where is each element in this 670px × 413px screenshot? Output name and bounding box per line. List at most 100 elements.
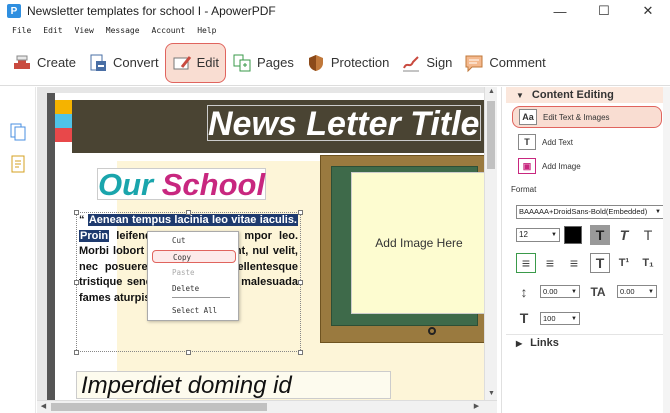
add-text-button[interactable]: T Add Text (512, 131, 662, 153)
italic-button[interactable]: T (614, 225, 634, 245)
edit-text-images-label: Edit Text & Images (543, 112, 610, 122)
char-spacing-value: 0.00 (620, 287, 635, 296)
red-square (55, 128, 72, 142)
chevron-down-icon: ▼ (571, 289, 577, 295)
create-icon (14, 55, 30, 69)
chevron-down-icon: ▼ (571, 316, 577, 322)
context-cut[interactable]: Cut (152, 234, 236, 247)
char-spacing-select[interactable]: 0.00 ▼ (617, 285, 657, 298)
text-image-icon: Aa (519, 109, 537, 125)
close-button[interactable]: ✕ (626, 0, 670, 22)
menu-help[interactable]: Help (197, 26, 216, 35)
document-view[interactable]: News Letter Title Our School “ Aenean te… (37, 87, 497, 413)
minimize-button[interactable]: — (538, 0, 582, 22)
font-family-select[interactable]: BAAAAA+DroidSans-Bold(Embedded) ▼ (516, 205, 664, 219)
align-left-button[interactable]: ≡ (516, 253, 536, 273)
context-paste[interactable]: Paste (152, 266, 236, 279)
menu-account[interactable]: Account (152, 26, 186, 35)
pages-button[interactable]: Pages (226, 43, 300, 83)
scroll-left-arrow[interactable]: ◀ (37, 402, 50, 410)
add-text-icon: T (518, 134, 536, 150)
edit-button[interactable]: Edit (164, 42, 226, 83)
chalkboard-knob (428, 327, 436, 335)
menu-message[interactable]: Message (106, 26, 140, 35)
window-titlebar: P Newsletter templates for school I - Ap… (0, 0, 670, 22)
line-spacing-select[interactable]: 0.00 ▼ (540, 285, 580, 298)
menu-view[interactable]: View (75, 26, 94, 35)
edit-label: Edit (196, 55, 219, 70)
scroll-right-arrow[interactable]: ▶ (470, 402, 483, 410)
format-label: Format (511, 185, 537, 194)
right-panel-scrollbar[interactable] (663, 87, 670, 413)
char-spacing-icon: TA (590, 285, 606, 299)
subheading[interactable]: Imperdiet doming id (76, 371, 391, 399)
menu-edit[interactable]: Edit (43, 26, 62, 35)
window-title: Newsletter templates for school I - Apow… (27, 4, 276, 18)
resize-handle[interactable] (186, 350, 191, 355)
scroll-down-arrow[interactable]: ▼ (485, 390, 497, 397)
create-button[interactable]: Create (6, 43, 82, 83)
superscript-button[interactable]: T¹ (614, 253, 634, 273)
resize-handle[interactable] (74, 350, 79, 355)
comment-label: Comment (489, 55, 546, 70)
context-select-all[interactable]: Select All (152, 304, 236, 317)
font-size-select[interactable]: 12 ▼ (516, 228, 560, 242)
sign-icon (403, 55, 420, 71)
pages-icon (233, 54, 251, 71)
resize-handle[interactable] (298, 210, 303, 215)
font-color-swatch[interactable] (564, 226, 582, 244)
convert-icon (90, 54, 107, 71)
pages-label: Pages (256, 55, 294, 70)
context-separator (172, 297, 230, 298)
pages-thumbnail-icon[interactable] (10, 123, 26, 141)
convert-button[interactable]: Convert (82, 43, 165, 83)
add-image-button[interactable]: ▣ Add Image (512, 155, 662, 177)
menu-file[interactable]: File (12, 26, 31, 35)
resize-handle[interactable] (74, 280, 79, 285)
school-heading[interactable]: Our School (97, 167, 267, 202)
context-copy[interactable]: Copy (152, 250, 236, 263)
links-header[interactable]: ▶ Links (506, 334, 670, 350)
bold-button[interactable]: T (590, 225, 610, 245)
comment-icon (465, 55, 483, 72)
content-editing-label: Content Editing (531, 89, 614, 101)
align-right-button[interactable]: ≡ (564, 253, 584, 273)
resize-handle[interactable] (298, 350, 303, 355)
resize-handle[interactable] (74, 210, 79, 215)
vertical-scroll-thumb[interactable] (487, 101, 495, 169)
scroll-up-arrow[interactable]: ▲ (485, 88, 497, 95)
context-menu: Cut Copy Paste Delete Select All (147, 231, 239, 321)
line-spacing-value: 0.00 (543, 287, 558, 296)
vertical-scrollbar[interactable]: ▲ ▼ (484, 87, 497, 413)
chevron-down-icon: ▼ (655, 209, 661, 215)
context-delete[interactable]: Delete (152, 282, 236, 295)
text-scale-select[interactable]: 100 ▼ (540, 312, 580, 325)
edit-icon (173, 55, 191, 69)
image-placeholder[interactable]: Add Image Here (351, 172, 487, 314)
maximize-button[interactable]: ☐ (582, 0, 626, 22)
text-scale-value: 100 (543, 314, 556, 323)
content-editing-header[interactable]: ▼ Content Editing (506, 87, 670, 103)
align-justify-button[interactable]: T (590, 253, 610, 273)
add-image-panel-label: Add Image (542, 161, 581, 171)
horizontal-scrollbar[interactable]: ◀ ▶ (37, 400, 497, 413)
sign-button[interactable]: Sign (395, 43, 458, 83)
resize-handle[interactable] (186, 210, 191, 215)
protection-button[interactable]: Protection (300, 43, 396, 83)
horizontal-scroll-thumb[interactable] (51, 403, 267, 411)
text-scale-icon: T (519, 310, 529, 326)
font-family-value: BAAAAA+DroidSans-Bold(Embedded) (519, 207, 648, 216)
school-heading-our: Our (98, 167, 154, 202)
yellow-square (55, 100, 72, 114)
font-size-value: 12 (519, 230, 528, 239)
resize-handle[interactable] (298, 280, 303, 285)
newsletter-title[interactable]: News Letter Title (207, 105, 481, 142)
chevron-down-icon: ▼ (648, 289, 654, 295)
attachment-icon[interactable] (10, 155, 26, 173)
text-style-button[interactable]: T (638, 225, 658, 245)
add-image-label: Add Image Here (375, 236, 463, 250)
subscript-button[interactable]: T₁ (638, 253, 658, 273)
edit-text-images-button[interactable]: Aa Edit Text & Images (512, 106, 662, 128)
align-center-button[interactable]: ≡ (540, 253, 560, 273)
comment-button[interactable]: Comment (458, 43, 551, 83)
